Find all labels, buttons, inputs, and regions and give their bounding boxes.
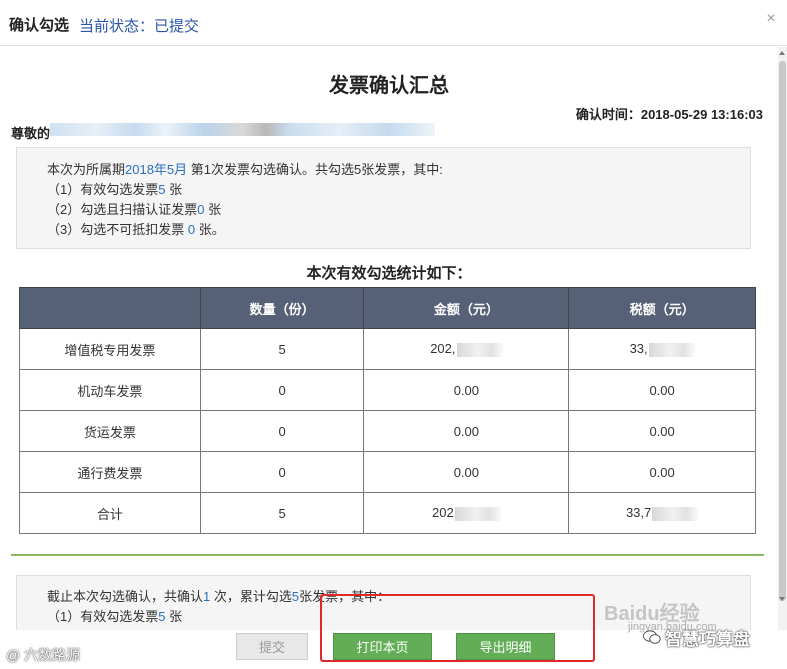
wechat-icon (643, 630, 665, 650)
table-row: 机动车发票 0 0.00 0.00 (19, 369, 756, 411)
column-header: 税额（元） (568, 287, 756, 329)
row-amount: 0.00 (363, 410, 570, 452)
row-name: 通行费发票 (19, 451, 201, 493)
row-tax: 33,7 (568, 492, 756, 534)
period-value: 2018年5月 (125, 162, 188, 177)
row-amount: 202 (363, 492, 570, 534)
dialog-content: 发票确认汇总 确认时间：2018-05-29 13:16:03 尊敬的 本次为所… (0, 47, 778, 630)
row-tax: 0.00 (568, 369, 756, 411)
row-count: 0 (199, 410, 365, 452)
row-name: 货运发票 (19, 410, 201, 452)
column-header: 数量（份） (199, 287, 365, 329)
table-header-row: 数量（份） 金额（元） 税额（元） (19, 287, 756, 329)
summary-intro: 本次为所属期2018年5月 第1次发票勾选确认。共勾选5张发票，其中: (47, 162, 443, 177)
close-icon[interactable]: × (763, 11, 779, 27)
dialog-titlebar: 确认勾选 当前状态：已提交 × (0, 0, 787, 46)
row-count: 5 (199, 492, 365, 534)
column-header: 金额（元） (363, 287, 570, 329)
stats-subtitle: 本次有效勾选统计如下： (306, 265, 472, 282)
row-count: 5 (199, 328, 365, 370)
scroll-up-icon[interactable] (779, 51, 785, 55)
row-count: 0 (199, 369, 365, 411)
export-details-button[interactable]: 导出明细 (456, 633, 555, 660)
redacted-value (456, 342, 503, 357)
summary-item-scanned: （2）勾选且扫描认证发票0 张 (47, 202, 222, 217)
greeting-label: 尊敬的 (11, 126, 51, 141)
row-tax: 33, (568, 328, 756, 370)
row-amount: 0.00 (363, 369, 570, 411)
print-page-button[interactable]: 打印本页 (333, 633, 432, 660)
scrollbar-thumb[interactable] (779, 61, 786, 601)
table-row: 通行费发票 0 0.00 0.00 (19, 451, 756, 493)
redacted-value (454, 506, 501, 521)
redacted-taxpayer-name (50, 123, 435, 136)
section-divider (11, 554, 764, 556)
vertical-scrollbar[interactable] (778, 47, 787, 630)
watermark-left: @ 六数路源 (6, 647, 81, 663)
confirm-time: 确认时间：2018-05-29 13:16:03 (575, 107, 763, 122)
scroll-down-icon[interactable] (779, 597, 785, 601)
row-name: 机动车发票 (19, 369, 201, 411)
row-name: 合计 (19, 492, 201, 534)
summary-item-valid: （1）有效勾选发票5 张 (47, 182, 183, 197)
stats-table: 数量（份） 金额（元） 税额（元） 增值税专用发票 5 202, 33, 机动车… (19, 287, 756, 534)
row-count: 0 (199, 451, 365, 493)
table-row: 增值税专用发票 5 202, 33, (19, 328, 756, 370)
row-tax: 0.00 (568, 410, 756, 452)
table-row: 货运发票 0 0.00 0.00 (19, 410, 756, 452)
report-title: 发票确认汇总 (329, 75, 449, 97)
row-amount: 0.00 (363, 451, 570, 493)
summary-box: 本次为所属期2018年5月 第1次发票勾选确认。共勾选5张发票，其中: （1）有… (16, 147, 751, 249)
status-text: 当前状态：已提交 (79, 18, 200, 35)
row-tax: 0.00 (568, 451, 756, 493)
summary-item-nondeductible: （3）勾选不可抵扣发票 0 张。 (47, 222, 225, 237)
row-name: 增值税专用发票 (19, 328, 201, 370)
watermark-right: 智慧巧算盘 (643, 625, 750, 650)
dialog-title: 确认勾选 (9, 17, 70, 34)
table-row-total: 合计 5 202 33,7 (19, 492, 756, 534)
submit-button[interactable]: 提交 (236, 633, 308, 660)
redacted-value (648, 342, 695, 357)
row-amount: 202, (363, 328, 570, 370)
column-header (19, 287, 201, 329)
redacted-value (652, 506, 699, 521)
